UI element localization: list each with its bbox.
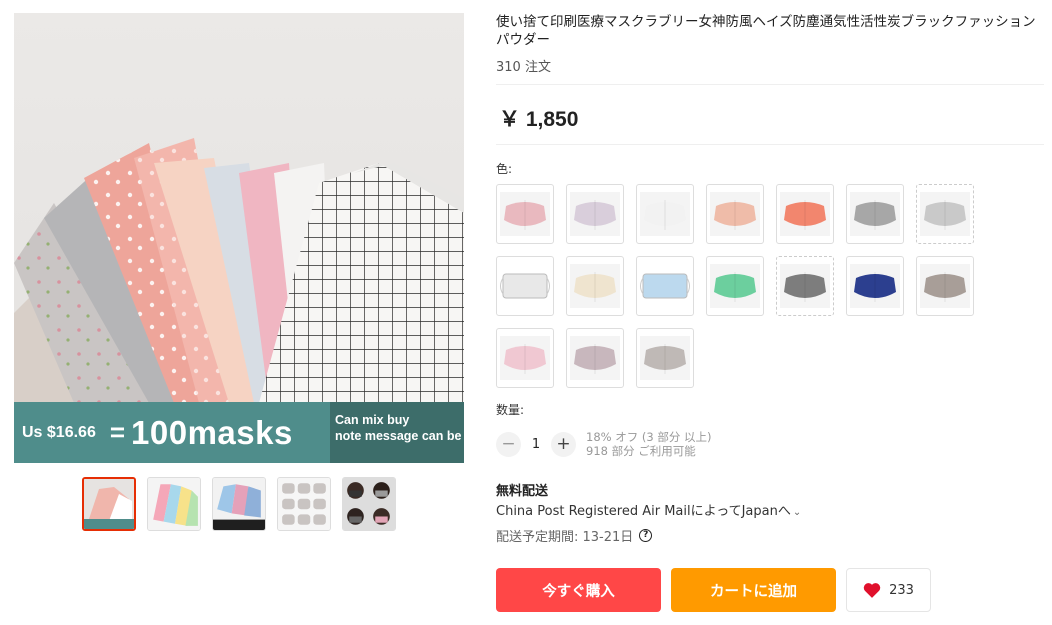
mask-thumbnail	[780, 192, 830, 236]
promo-banner: Us $16.66 = 100masks Can mix buy note me…	[14, 402, 464, 463]
quantity-increase-button[interactable]: +	[551, 431, 576, 457]
thumbnail-5[interactable]	[342, 477, 396, 531]
color-swatch-white[interactable]	[636, 184, 694, 244]
thumbnail-4[interactable]	[277, 477, 331, 531]
wishlist-button[interactable]: 233	[846, 568, 931, 612]
mask-thumbnail	[570, 264, 620, 308]
mask-thumbnail	[920, 264, 970, 308]
color-swatch-white-flat[interactable]	[496, 256, 554, 316]
color-swatch-grey[interactable]	[846, 184, 904, 244]
color-label: 色:	[496, 162, 513, 176]
divider	[496, 84, 1044, 85]
thumbnail-strip	[82, 477, 396, 531]
mask-thumbnail	[850, 192, 900, 236]
buy-now-button[interactable]: 今すぐ購入	[496, 568, 661, 612]
action-buttons: 今すぐ購入 カートに追加 233	[496, 568, 931, 612]
quantity-label: 数量:	[496, 403, 525, 417]
mask-thumbnail	[500, 192, 550, 236]
color-swatch-mauve[interactable]	[566, 328, 624, 388]
mask-thumbnail	[500, 273, 550, 299]
mask-thumbnail	[640, 192, 690, 236]
mask-thumbnail	[640, 273, 690, 299]
mask-thumbnail	[570, 192, 620, 236]
add-to-cart-button[interactable]: カートに追加	[671, 568, 836, 612]
color-swatch-dark-grey[interactable]	[776, 256, 834, 316]
mask-thumbnail	[570, 336, 620, 380]
promo-price: Us $16.66	[22, 423, 96, 441]
color-swatch-grey-grid[interactable]	[916, 184, 974, 244]
heart-icon	[863, 583, 881, 598]
color-swatch-lilac[interactable]	[566, 184, 624, 244]
product-price: ￥ 1,850	[499, 108, 579, 131]
color-swatch-coral[interactable]	[776, 184, 834, 244]
wishlist-count: 233	[889, 582, 914, 598]
thumbnail-3[interactable]	[212, 477, 266, 531]
color-swatch-peach[interactable]	[706, 184, 764, 244]
color-swatch-mint[interactable]	[706, 256, 764, 316]
promo-quantity: 100masks	[131, 413, 293, 451]
main-product-image[interactable]: Us $16.66 = 100masks Can mix buy note me…	[14, 13, 464, 463]
bulk-discount-text: 18% オフ (3 部分 以上)	[586, 430, 712, 444]
mask-thumbnail	[850, 264, 900, 308]
divider	[496, 144, 1044, 145]
free-shipping-label: 無料配送	[496, 484, 549, 499]
quantity-stepper: − 1 + 18% オフ (3 部分 以上) 918 部分 ご利用可能	[496, 430, 711, 458]
color-swatch-cream[interactable]	[566, 256, 624, 316]
color-swatch-stone[interactable]	[636, 328, 694, 388]
order-count: 310 注文	[496, 60, 551, 75]
promo-note-1: Can mix buy	[335, 413, 410, 427]
color-swatch-taupe-dots[interactable]	[916, 256, 974, 316]
shipping-method-text: China Post Registered Air MailによってJapanへ	[496, 504, 791, 519]
mask-thumbnail	[500, 336, 550, 380]
shipping-method-selector[interactable]: China Post Registered Air MailによってJapanへ…	[496, 500, 801, 519]
thumbnail-1[interactable]	[82, 477, 136, 531]
color-swatch-grid	[496, 184, 996, 388]
mask-thumbnail	[710, 264, 760, 308]
chevron-down-icon: ⌄	[792, 507, 802, 518]
stock-available-text: 918 部分 ご利用可能	[586, 444, 696, 458]
mask-thumbnail	[710, 192, 760, 236]
quantity-value[interactable]: 1	[521, 437, 551, 452]
color-swatch-pink-dots[interactable]	[496, 328, 554, 388]
mask-thumbnail	[640, 336, 690, 380]
color-swatch-navy-floral[interactable]	[846, 256, 904, 316]
delivery-estimate: 配送予定期間: 13-21日 ?	[496, 526, 653, 545]
color-swatch-blue-print[interactable]	[636, 256, 694, 316]
mask-thumbnail	[920, 192, 970, 236]
color-swatch-pink-floral[interactable]	[496, 184, 554, 244]
mask-thumbnail	[780, 264, 830, 308]
promo-equals: =	[109, 417, 126, 447]
quantity-decrease-button[interactable]: −	[496, 431, 521, 457]
thumbnail-2[interactable]	[147, 477, 201, 531]
promo-note-2: note message can be	[335, 429, 462, 443]
help-icon[interactable]: ?	[639, 529, 653, 542]
masks-fan-illustration	[14, 138, 464, 403]
delivery-estimate-text: 配送予定期間: 13-21日	[496, 530, 634, 545]
product-title: 使い捨て印刷医療マスクラブリー女神防風ヘイズ防塵通気性活性炭ブラックファッション…	[496, 14, 1036, 48]
